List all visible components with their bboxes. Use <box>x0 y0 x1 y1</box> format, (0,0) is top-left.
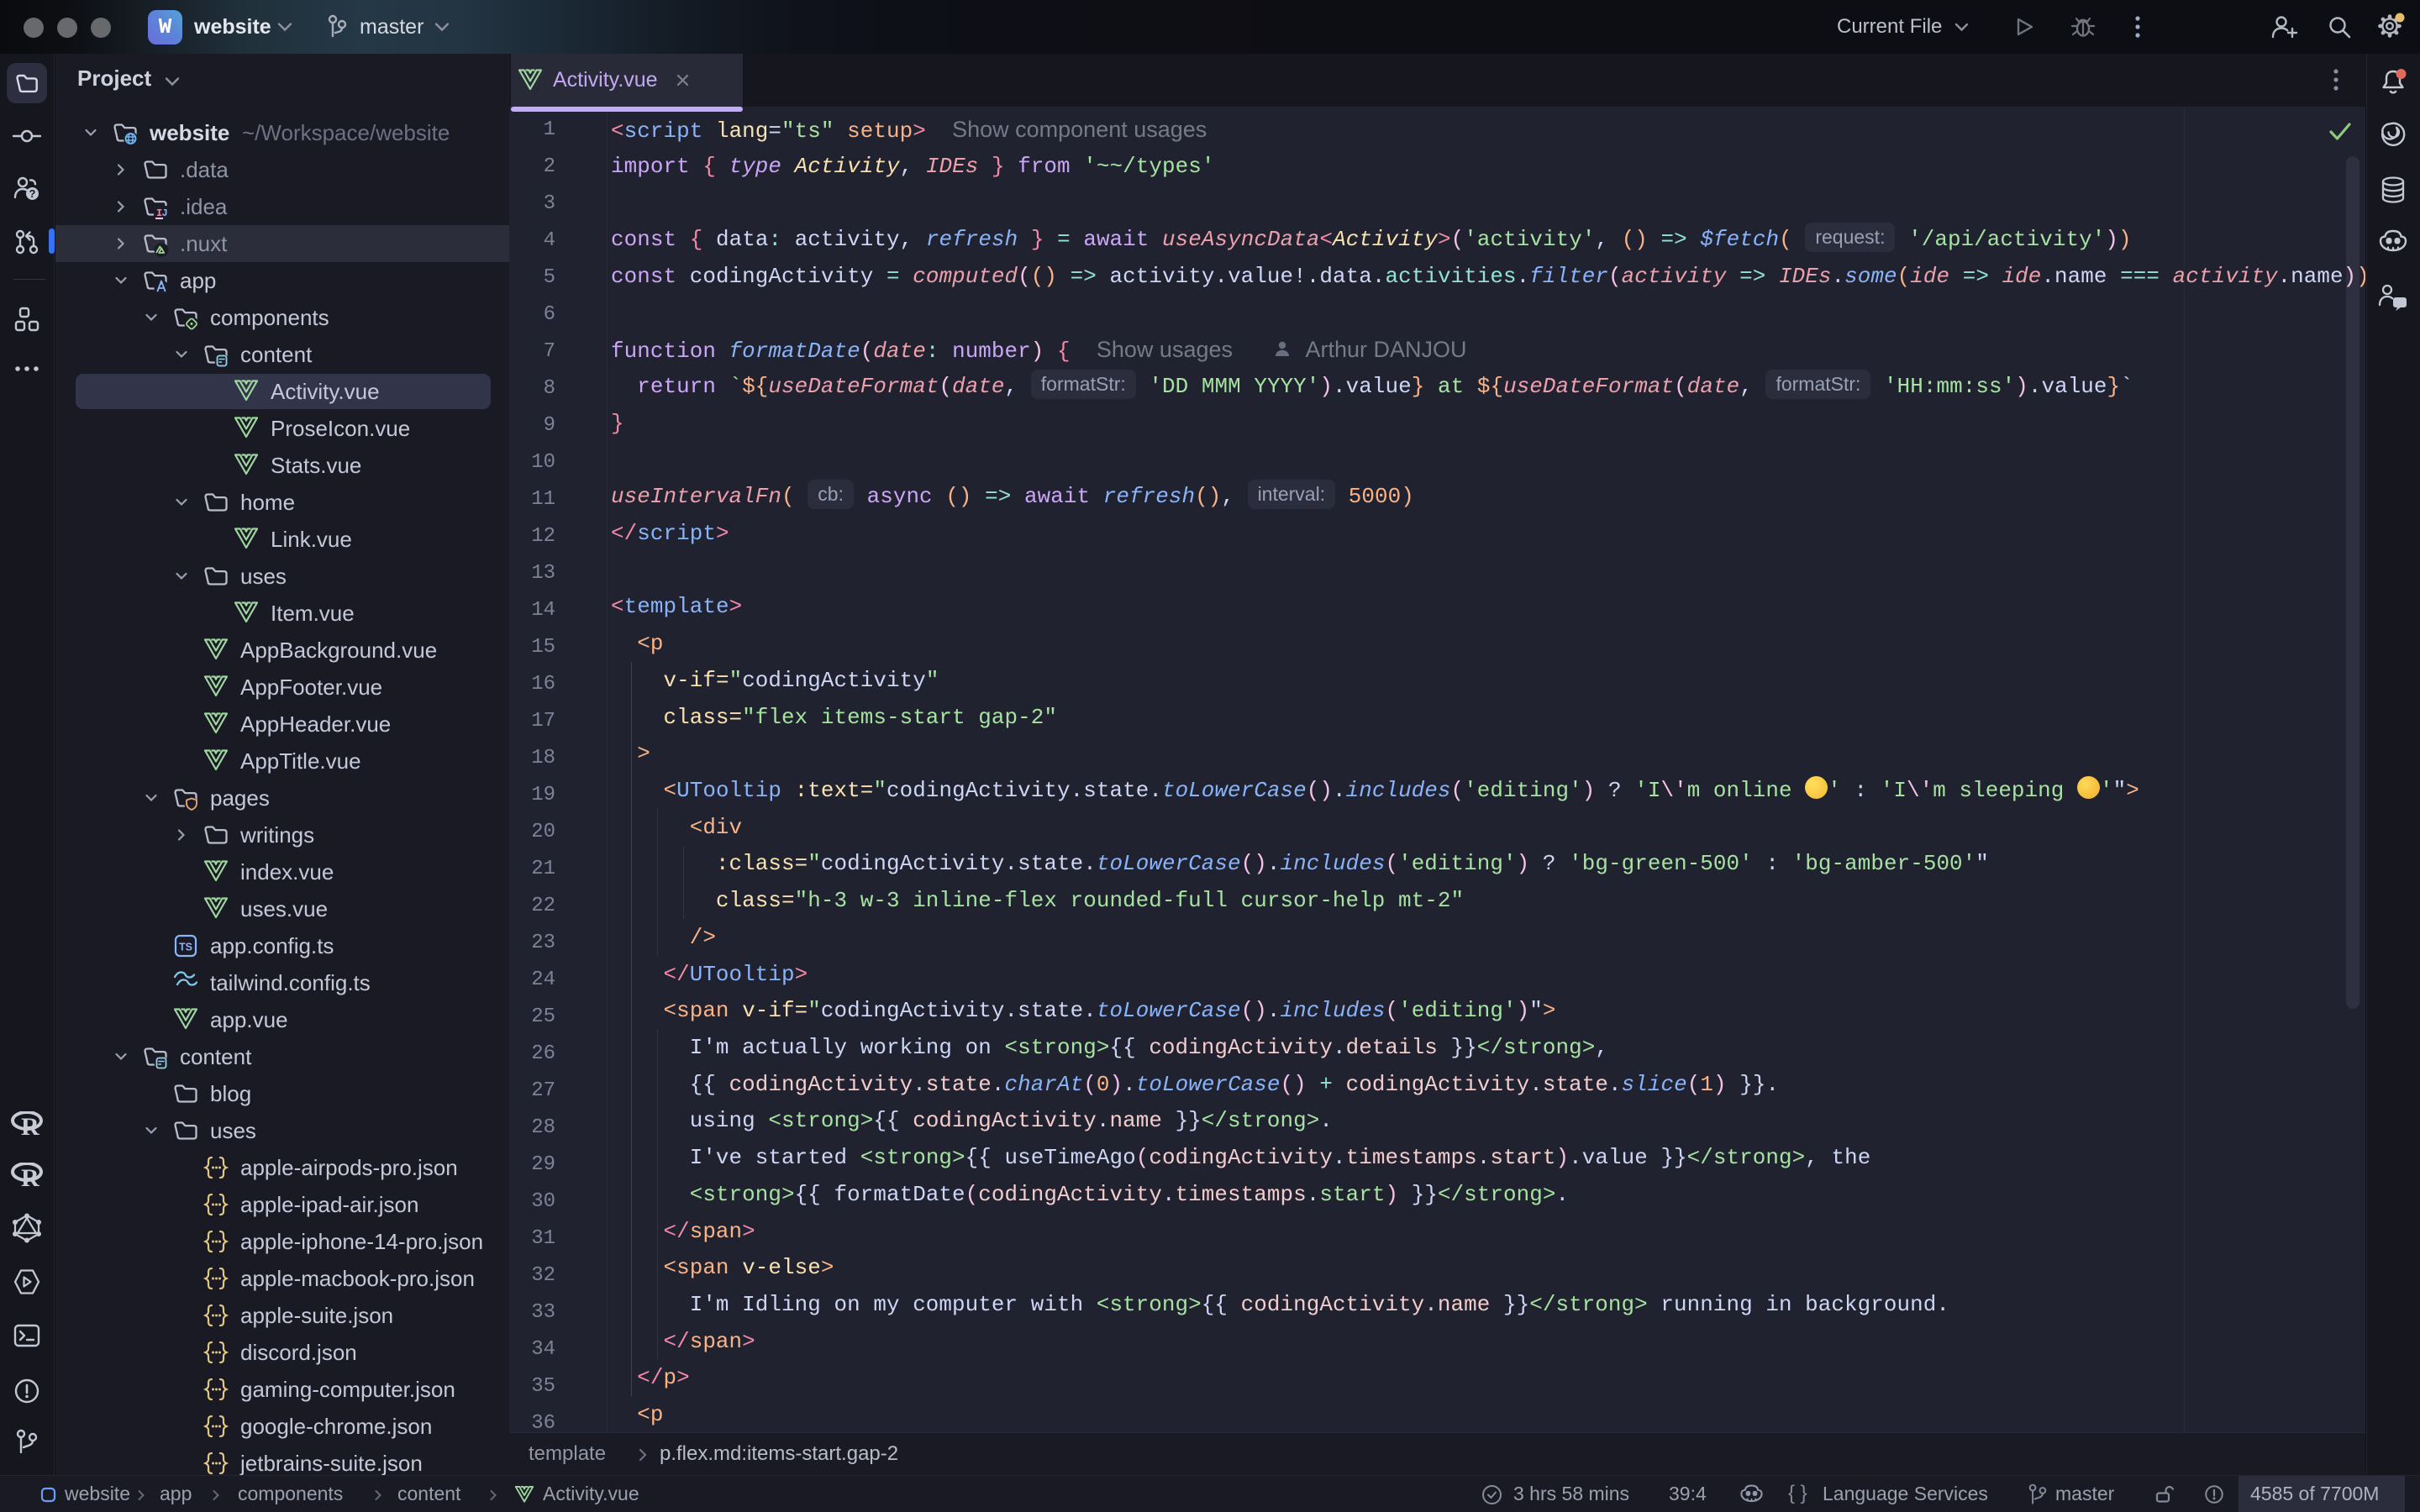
svg-text:R: R <box>21 1113 39 1137</box>
svg-text:R: R <box>21 1164 39 1188</box>
svg-text:TS: TS <box>179 942 192 953</box>
svg-text:J: J <box>162 207 168 219</box>
svg-text:?: ? <box>29 187 36 200</box>
